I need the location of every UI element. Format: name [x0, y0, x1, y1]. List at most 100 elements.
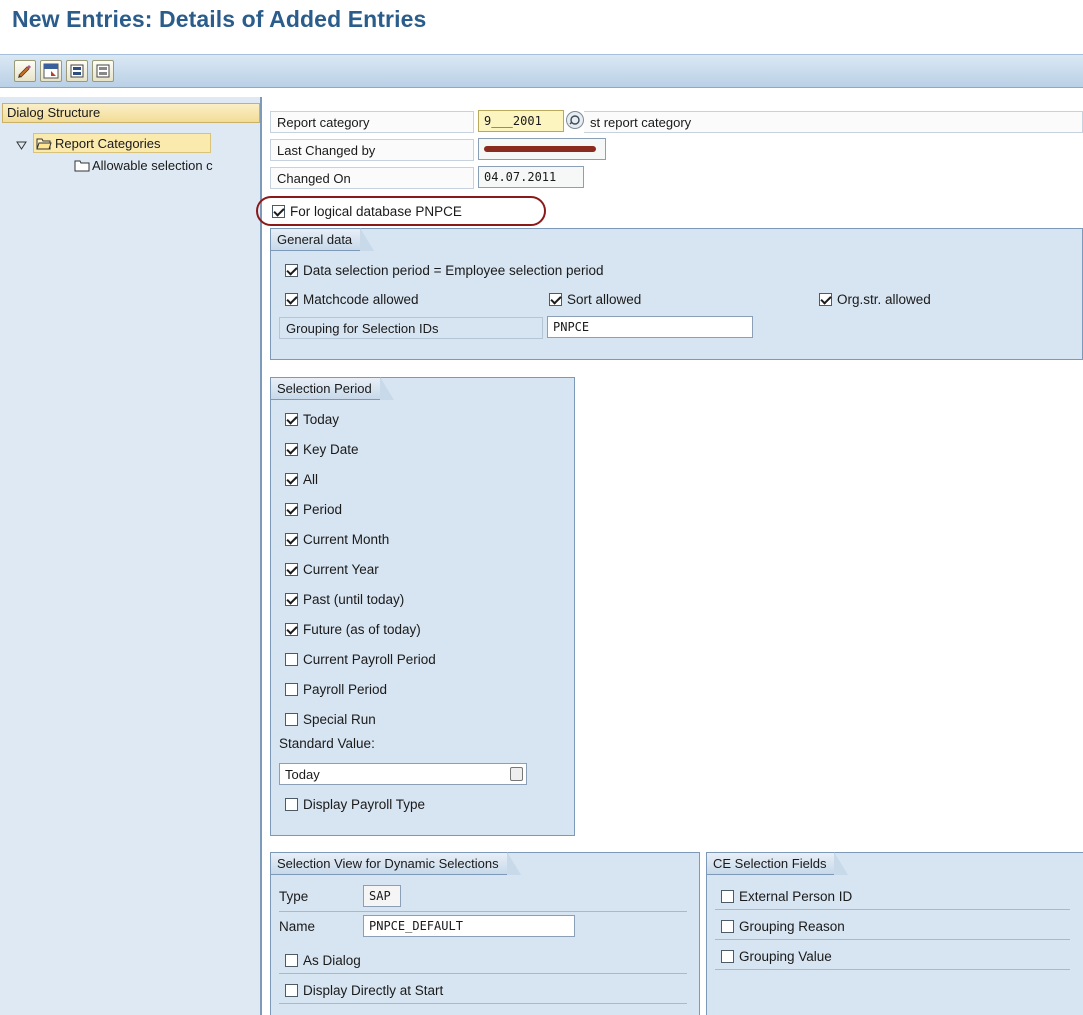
checkbox-box[interactable] [285, 712, 298, 726]
dialog-structure-header: Dialog Structure [2, 103, 260, 123]
type-label: Type [279, 889, 309, 904]
checkbox-box[interactable] [285, 442, 298, 456]
folder-icon [74, 160, 90, 171]
checkbox-box[interactable] [819, 292, 832, 306]
checkbox-box[interactable] [285, 622, 298, 636]
checkbox-box[interactable] [285, 682, 298, 696]
matchcode-allowed-checkbox[interactable]: Matchcode allowed [285, 288, 419, 310]
special-run-checkbox[interactable]: Special Run [285, 708, 376, 730]
page-title: New Entries: Details of Added Entries [12, 6, 427, 32]
checkbox-box[interactable] [721, 949, 734, 963]
current-year-checkbox[interactable]: Current Year [285, 558, 379, 580]
all-checkbox[interactable]: All [285, 468, 318, 490]
standard-value-select[interactable]: Today [279, 763, 527, 785]
report-category-input[interactable]: 9___2001 [478, 110, 564, 132]
changed-on-label: Changed On [270, 167, 474, 189]
last-changed-input [478, 138, 606, 160]
org-str-allowed-checkbox[interactable]: Org.str. allowed [819, 288, 931, 310]
row-divider [279, 1003, 687, 1004]
dropdown-icon[interactable] [510, 767, 523, 781]
ce-selection-fields-group: CE Selection Fields External Person ID Gr… [706, 852, 1083, 1015]
deselect-icon[interactable] [92, 60, 114, 82]
checkbox-box[interactable] [285, 592, 298, 606]
selection-period-group: Selection Period Standard Value: Today D… [270, 377, 575, 836]
checkbox-label: Current Payroll Period [303, 651, 436, 667]
highlight-annotation [256, 196, 546, 226]
checkbox-box[interactable] [285, 983, 298, 997]
payroll-period-checkbox[interactable]: Payroll Period [285, 678, 387, 700]
checkbox-box[interactable] [285, 412, 298, 426]
external-person-id-checkbox[interactable]: External Person ID [721, 885, 852, 907]
period-checkbox[interactable]: Period [285, 498, 342, 520]
checkbox-box[interactable] [285, 562, 298, 576]
row-divider [715, 909, 1070, 910]
checkbox-label: Future (as of today) [303, 621, 421, 637]
row-divider [715, 939, 1070, 940]
checkbox-box[interactable] [721, 919, 734, 933]
type-input[interactable]: SAP [363, 885, 401, 907]
tree-expand-toggle[interactable] [16, 135, 27, 155]
display-directly-checkbox[interactable]: Display Directly at Start [285, 979, 443, 1001]
display-payroll-type-checkbox[interactable]: Display Payroll Type [285, 793, 425, 815]
open-folder-icon [36, 138, 52, 149]
checkbox-box[interactable] [285, 532, 298, 546]
dialog-structure-pane: Dialog Structure Report Categories Allow… [0, 97, 262, 1015]
checkbox-label: Payroll Period [303, 681, 388, 697]
data-selection-period-checkbox[interactable]: Data selection period = Employee selecti… [285, 259, 604, 281]
last-changed-label: Last Changed by [270, 139, 474, 161]
today-checkbox[interactable]: Today [285, 408, 339, 430]
checkbox-box[interactable] [285, 502, 298, 516]
report-category-label: Report category [270, 111, 474, 133]
matchcode-icon[interactable] [566, 111, 584, 129]
checkbox-box[interactable] [285, 797, 298, 811]
grouping-reason-checkbox[interactable]: Grouping Reason [721, 915, 845, 937]
current-month-checkbox[interactable]: Current Month [285, 528, 389, 550]
row-divider [715, 969, 1070, 970]
key-date-checkbox[interactable]: Key Date [285, 438, 359, 460]
name-input[interactable]: PNPCE_DEFAULT [363, 915, 575, 937]
tree-item-label: Report Categories [55, 135, 161, 151]
checkbox-label: Grouping Value [739, 948, 832, 964]
expand-triangle-icon[interactable] [16, 140, 27, 151]
tab-selection-view: Selection View for Dynamic Selections [271, 852, 521, 875]
current-payroll-period-checkbox[interactable]: Current Payroll Period [285, 648, 436, 670]
tree-item-report-categories[interactable]: Report Categories [33, 133, 211, 153]
select-all-icon[interactable] [66, 60, 88, 82]
grouping-value-checkbox[interactable]: Grouping Value [721, 945, 832, 967]
past-until-today-checkbox[interactable]: Past (until today) [285, 588, 404, 610]
checkbox-label: Current Month [303, 531, 390, 547]
edit-icon[interactable] [14, 60, 36, 82]
checkbox-label: Today [303, 411, 340, 427]
grouping-selection-ids-input[interactable]: PNPCE [547, 316, 753, 338]
checkbox-box[interactable] [285, 652, 298, 666]
tab-selection-period: Selection Period [271, 377, 394, 400]
checkbox-box[interactable] [721, 889, 734, 903]
standard-value-label: Standard Value: [279, 736, 375, 751]
checkbox-label: Period [303, 501, 343, 517]
checkbox-box[interactable] [285, 292, 298, 306]
checkbox-box[interactable] [285, 953, 298, 967]
future-as-of-today-checkbox[interactable]: Future (as of today) [285, 618, 421, 640]
row-divider [279, 911, 687, 912]
sort-allowed-checkbox[interactable]: Sort allowed [549, 288, 641, 310]
as-dialog-checkbox[interactable]: As Dialog [285, 949, 361, 971]
checkbox-label: Past (until today) [303, 591, 405, 607]
tree-item-allowable-selection[interactable]: Allowable selection c [74, 155, 262, 175]
checkbox-label: Org.str. allowed [837, 291, 931, 307]
report-category-description: st report category [584, 111, 1083, 133]
checkbox-label: As Dialog [303, 952, 361, 968]
selection-view-group: Selection View for Dynamic Selections Ty… [270, 852, 700, 1015]
name-label: Name [279, 919, 316, 934]
checkbox-label: Data selection period = Employee selecti… [303, 262, 604, 278]
checkbox-label: Grouping Reason [739, 918, 845, 934]
grouping-selection-ids-label: Grouping for Selection IDs [279, 317, 543, 339]
checkbox-box[interactable] [285, 472, 298, 486]
checkbox-label: All [303, 471, 319, 487]
checkbox-label: External Person ID [739, 888, 853, 904]
checkbox-label: Current Year [303, 561, 379, 577]
changed-on-input: 04.07.2011 [478, 166, 584, 188]
checkbox-box[interactable] [285, 263, 298, 277]
save-icon[interactable] [40, 60, 62, 82]
row-divider [279, 973, 687, 974]
checkbox-box[interactable] [549, 292, 562, 306]
